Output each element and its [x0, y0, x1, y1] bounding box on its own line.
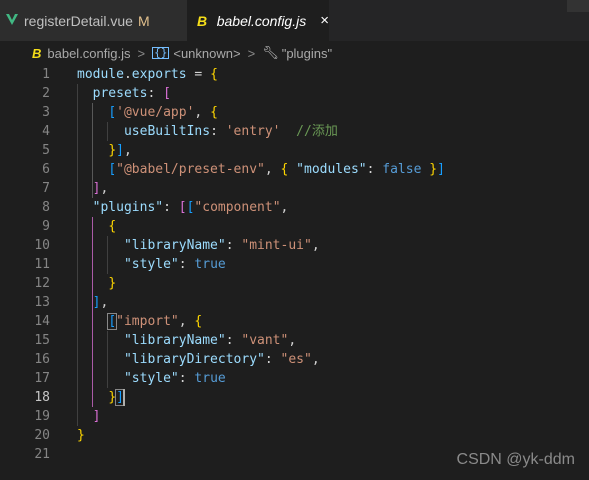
tab-label: registerDetail.vue	[24, 12, 133, 29]
code-text: {	[108, 219, 117, 234]
code-line: 15 "libraryName": "vant",	[0, 331, 589, 350]
tab-bar: registerDetail.vue M B babel.config.js ×	[0, 0, 589, 41]
code-text: ],	[92, 181, 109, 196]
watermark: CSDN @yk-ddm	[456, 451, 575, 468]
code-text: "style": true	[123, 371, 226, 386]
tab-registerdetail[interactable]: registerDetail.vue M	[0, 0, 187, 41]
code-text: "libraryName": "vant",	[123, 333, 297, 348]
code-line: 7 ],	[0, 179, 589, 198]
breadcrumb: B babel.config.js > {} <unknown> > 🔧︎ "p…	[0, 41, 589, 65]
line-number: 21	[34, 447, 50, 462]
line-number: 18	[34, 390, 50, 405]
line-number: 3	[42, 105, 50, 120]
code-text: ["@babel/preset-env", { "modules": false…	[108, 162, 445, 177]
code-line: 13 ],	[0, 293, 589, 312]
tab-babel-config[interactable]: B babel.config.js ×	[187, 0, 329, 41]
line-number: 1	[42, 67, 50, 82]
line-number: 2	[42, 86, 50, 101]
breadcrumb-symbol-unknown[interactable]: <unknown>	[173, 46, 240, 61]
code-text: ],	[92, 295, 109, 310]
code-line: 6 ["@babel/preset-env", { "modules": fal…	[0, 160, 589, 179]
code-line: 16 "libraryDirectory": "es",	[0, 350, 589, 369]
line-number: 6	[42, 162, 50, 177]
vue-icon	[6, 14, 18, 25]
babel-icon: B	[197, 12, 208, 29]
code-line: 12 }	[0, 274, 589, 293]
line-number: 19	[34, 409, 50, 424]
chevron-right-icon: >	[247, 45, 256, 61]
line-number: 12	[34, 276, 50, 291]
line-number: 13	[34, 295, 50, 310]
code-line: 8 "plugins": [["component",	[0, 198, 589, 217]
babel-icon: B	[32, 45, 42, 61]
code-text: useBuiltIns: 'entry' //添加	[123, 124, 338, 139]
code-text: "libraryDirectory": "es",	[123, 352, 320, 367]
code-text: ['@vue/app', {	[108, 105, 218, 120]
line-number: 17	[34, 371, 50, 386]
chevron-right-icon: >	[137, 45, 146, 61]
line-number: 8	[42, 200, 50, 215]
code-text: module.exports = {	[77, 67, 218, 82]
code-line: 11 "style": true	[0, 255, 589, 274]
code-text: }]	[108, 389, 125, 406]
wrench-icon: 🔧︎	[262, 45, 279, 60]
code-line: 2 presets: [	[0, 84, 589, 103]
code-line: 9 {	[0, 217, 589, 236]
breadcrumb-symbol-plugins[interactable]: "plugins"	[282, 46, 332, 61]
line-number: 5	[42, 143, 50, 158]
code-line: 19 ]	[0, 407, 589, 426]
code-text: ]	[92, 409, 101, 424]
line-number: 20	[34, 428, 50, 443]
code-text: "plugins": [["component",	[92, 200, 289, 215]
code-text: }	[108, 276, 117, 291]
tab-bar-overflow	[567, 0, 589, 12]
code-text: "style": true	[123, 257, 226, 272]
code-text: ["import", {	[107, 313, 203, 330]
code-text: }	[77, 428, 85, 443]
code-text: presets: [	[92, 86, 171, 101]
code-line: 14 ["import", {	[0, 312, 589, 331]
code-line: 10 "libraryName": "mint-ui",	[0, 236, 589, 255]
code-line: 4 useBuiltIns: 'entry' //添加	[0, 122, 589, 141]
line-number: 14	[34, 314, 50, 329]
code-line: 5 }],	[0, 141, 589, 160]
code-line: 18 }]	[0, 388, 589, 407]
line-number: 11	[34, 257, 50, 272]
code-line: 1 module.exports = {	[0, 65, 589, 84]
line-number: 7	[42, 181, 50, 196]
symbol-namespace-icon: {}	[152, 46, 170, 59]
close-icon[interactable]: ×	[320, 12, 329, 29]
code-text: "libraryName": "mint-ui",	[123, 238, 320, 253]
breadcrumb-file[interactable]: babel.config.js	[47, 46, 130, 61]
code-text: }],	[108, 143, 132, 158]
modified-badge: M	[137, 12, 150, 29]
line-number: 4	[42, 124, 50, 139]
text-cursor	[123, 389, 125, 406]
code-line: 20}	[0, 426, 589, 445]
code-line: 3 ['@vue/app', {	[0, 103, 589, 122]
line-number: 15	[34, 333, 50, 348]
tab-label: babel.config.js	[216, 12, 307, 29]
code-line: 17 "style": true	[0, 369, 589, 388]
line-number: 10	[34, 238, 50, 253]
line-number: 9	[42, 219, 50, 234]
code-editor[interactable]: 1 module.exports = { 2 presets: [ 3 ['@vu…	[0, 65, 589, 480]
line-number: 16	[34, 352, 50, 367]
